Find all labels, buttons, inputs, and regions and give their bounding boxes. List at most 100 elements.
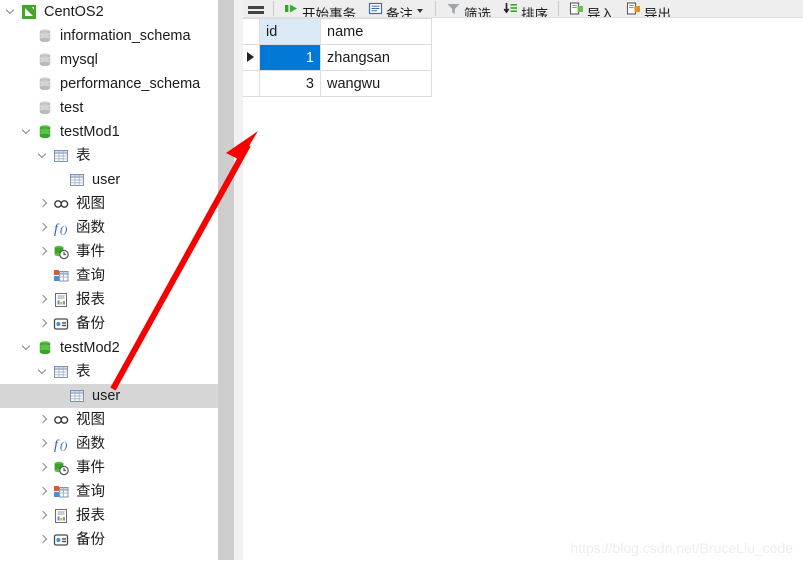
- chevron-down-icon[interactable]: [416, 0, 425, 17]
- toolbar-button-sort[interactable]: 排序: [497, 0, 554, 17]
- result-grid[interactable]: id name 1 zhangsan 3 wangwu: [243, 18, 432, 97]
- chevron-right-icon[interactable]: [36, 408, 52, 432]
- grid-cell-name[interactable]: zhangsan: [320, 44, 432, 71]
- tree-item-label: 表: [76, 363, 91, 380]
- note-icon: [368, 1, 383, 16]
- toolbar-button-export[interactable]: 导出: [620, 0, 677, 17]
- data-toolbar[interactable]: 开始事务 备注 筛选 排序 导入 导出: [243, 0, 803, 18]
- tree-item-testMod1[interactable]: testMod1: [0, 120, 234, 144]
- tree-item-label: CentOS2: [44, 3, 104, 20]
- toolbar-button-note[interactable]: 备注: [362, 0, 431, 17]
- panel-splitter[interactable]: [234, 0, 243, 562]
- tree-item-information_schema[interactable]: information_schema: [0, 24, 234, 48]
- backup-icon: [52, 531, 70, 549]
- view-icon: [52, 411, 70, 429]
- export-icon: [626, 1, 641, 16]
- grid-cell-id[interactable]: 3: [259, 70, 321, 97]
- grid-column-header-id[interactable]: id: [259, 18, 321, 45]
- database-tree[interactable]: CentOS2 information_schemamysql performanc…: [0, 0, 234, 552]
- chevron-placeholder: [36, 264, 52, 288]
- tree-item-[interactable]: 表: [0, 360, 234, 384]
- sidebar-scrollbar-track[interactable]: [218, 0, 234, 562]
- grid-row-marker: [243, 44, 260, 71]
- tree-item-testMod2[interactable]: testMod2: [0, 336, 234, 360]
- chevron-placeholder: [20, 48, 36, 72]
- view-icon: [52, 195, 70, 213]
- database-green-icon: [36, 123, 54, 141]
- chevron-right-icon[interactable]: [36, 216, 52, 240]
- grid-cell-name[interactable]: wangwu: [320, 70, 432, 97]
- tree-item-mysql[interactable]: mysql: [0, 48, 234, 72]
- tree-item-label: mysql: [60, 51, 98, 68]
- tree-item-label: 函数: [76, 219, 105, 236]
- tree-item-label: user: [92, 387, 121, 404]
- filter-icon: [446, 1, 461, 16]
- tree-item-label: 查询: [76, 267, 105, 284]
- chevron-down-icon[interactable]: [4, 0, 20, 24]
- tree-item-label: 备份: [76, 531, 105, 548]
- tree-item-label: testMod1: [60, 123, 120, 140]
- connection-icon: [20, 3, 38, 21]
- toolbar-button-label: 导出: [644, 6, 671, 18]
- tree-item-[interactable]: 备份: [0, 312, 234, 336]
- tree-item-CentOS2[interactable]: CentOS2: [0, 0, 234, 24]
- tree-item-user[interactable]: user: [0, 168, 234, 192]
- chevron-right-icon[interactable]: [36, 480, 52, 504]
- tree-item-[interactable]: 视图: [0, 192, 234, 216]
- tree-item-[interactable]: 查询: [0, 480, 234, 504]
- toolbar-button-import[interactable]: 导入: [563, 0, 620, 17]
- chevron-right-icon[interactable]: [36, 504, 52, 528]
- chevron-right-icon[interactable]: [36, 312, 52, 336]
- report-icon: [52, 291, 70, 309]
- tree-item-performance_schema[interactable]: performance_schema: [0, 72, 234, 96]
- tree-item-label: 视图: [76, 195, 105, 212]
- chevron-placeholder: [20, 96, 36, 120]
- grid-column-header-name[interactable]: name: [320, 18, 432, 45]
- chevron-down-icon[interactable]: [36, 360, 52, 384]
- grid-cell-id[interactable]: 1: [259, 44, 321, 71]
- tree-item-[interactable]: 事件: [0, 240, 234, 264]
- grid-header-row: id name: [243, 18, 432, 45]
- toolbar-button-label: 备注: [386, 6, 413, 18]
- tree-item-label: testMod2: [60, 339, 120, 356]
- chevron-right-icon[interactable]: [36, 192, 52, 216]
- tree-item-[interactable]: 视图: [0, 408, 234, 432]
- database-gray-icon: [36, 27, 54, 45]
- chevron-right-icon[interactable]: [36, 456, 52, 480]
- table-row[interactable]: 1 zhangsan: [243, 44, 432, 71]
- toolbar-button-begin-transaction[interactable]: 开始事务: [278, 0, 362, 17]
- tree-item-[interactable]: 事件: [0, 456, 234, 480]
- tree-item-label: 事件: [76, 459, 105, 476]
- query-icon: [52, 267, 70, 285]
- tree-item-[interactable]: 报表: [0, 288, 234, 312]
- tree-item-[interactable]: f() 函数: [0, 432, 234, 456]
- sidebar-scrollbar-thumb[interactable]: [218, 0, 234, 562]
- tree-item-[interactable]: 查询: [0, 264, 234, 288]
- toolbar-button-filter[interactable]: 筛选: [440, 0, 497, 17]
- chevron-down-icon[interactable]: [20, 336, 36, 360]
- chevron-right-icon[interactable]: [36, 240, 52, 264]
- chevron-down-icon[interactable]: [36, 144, 52, 168]
- tree-item-label: 表: [76, 147, 91, 164]
- tree-item-[interactable]: 表: [0, 144, 234, 168]
- tree-item-user[interactable]: user: [0, 384, 234, 408]
- tree-item-label: test: [60, 99, 84, 116]
- chevron-right-icon[interactable]: [36, 288, 52, 312]
- toolbar-button-label: 筛选: [464, 6, 491, 18]
- table-row[interactable]: 3 wangwu: [243, 70, 432, 97]
- tree-item-[interactable]: 报表: [0, 504, 234, 528]
- toolbar-separator: [273, 1, 274, 16]
- tree-item-label: 报表: [76, 507, 105, 524]
- tree-item-[interactable]: f() 函数: [0, 216, 234, 240]
- tree-item-[interactable]: 备份: [0, 528, 234, 552]
- chevron-placeholder: [20, 72, 36, 96]
- tree-item-test[interactable]: test: [0, 96, 234, 120]
- tree-item-label: user: [92, 171, 121, 188]
- chevron-right-icon[interactable]: [36, 528, 52, 552]
- menu-hamburger-icon[interactable]: [243, 0, 269, 17]
- event-icon: [52, 459, 70, 477]
- chevron-down-icon[interactable]: [20, 120, 36, 144]
- sort-icon: [503, 1, 518, 16]
- chevron-right-icon[interactable]: [36, 432, 52, 456]
- toolbar-separator: [558, 1, 559, 16]
